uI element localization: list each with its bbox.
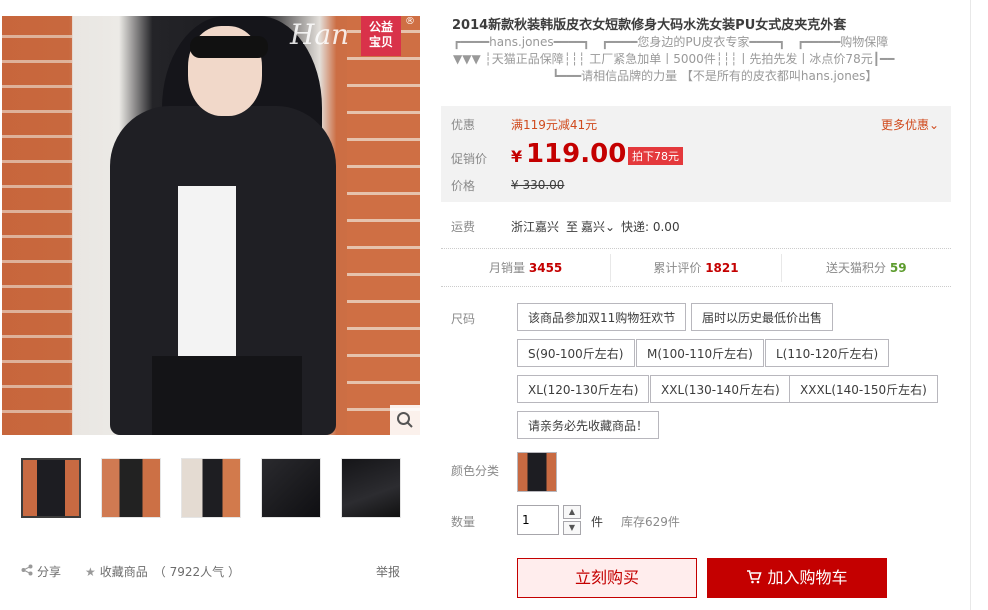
size-option-lowest-price-note[interactable]: 届时以历史最低价出售 bbox=[691, 303, 834, 331]
favorite-action[interactable]: ★ 收藏商品 （ 7922人气 ） bbox=[85, 563, 240, 580]
quantity-unit: 件 bbox=[591, 515, 604, 529]
photo-shirt bbox=[178, 186, 236, 356]
promo-value: 满119元减41元 bbox=[511, 118, 598, 132]
add-to-cart-button[interactable]: 加入购物车 bbox=[707, 558, 887, 598]
share-action[interactable]: 分享 bbox=[21, 563, 61, 580]
size-option-xl[interactable]: XL(120-130斤左右) bbox=[517, 375, 650, 403]
more-promos-label: 更多优惠 bbox=[881, 118, 930, 132]
monthly-sales-label: 月销量 bbox=[489, 261, 526, 275]
size-option-xxl[interactable]: XXL(130-140斤左右) bbox=[650, 375, 791, 403]
quantity-decrease-button[interactable]: ▼ bbox=[563, 521, 581, 535]
size-option-m[interactable]: M(100-110斤左右) bbox=[636, 339, 764, 367]
product-title: 2014新款秋装韩版皮衣女短款修身大码水洗女装PU女式皮夹克外套 bbox=[452, 18, 847, 33]
magnifier-icon[interactable] bbox=[390, 405, 420, 435]
reward-points-label: 送天猫积分 bbox=[826, 261, 887, 275]
size-option-favorite-note[interactable]: 请亲务必先收藏商品！ bbox=[517, 411, 660, 439]
photo-brick-left bbox=[2, 16, 72, 435]
review-count-label: 累计评价 bbox=[653, 261, 702, 275]
size-option-l[interactable]: L(110-120斤左右) bbox=[765, 339, 890, 367]
product-subtitle: ┏━━━━hans.jones━━━━┓ ┏━━━━您身边的PU皮衣专家━━━━… bbox=[453, 34, 973, 85]
divider bbox=[441, 286, 951, 287]
color-option-swatch[interactable] bbox=[517, 452, 557, 492]
favorite-label: 收藏商品 bbox=[99, 565, 148, 579]
favorite-count: （ 7922人气 ） bbox=[153, 565, 240, 579]
promo-label: 优惠 bbox=[451, 118, 476, 132]
share-icon bbox=[21, 564, 33, 579]
brand-watermark: Han bbox=[290, 18, 350, 51]
page-edge-divider bbox=[970, 0, 971, 610]
photo-brick-right bbox=[347, 16, 420, 435]
size-label: 尺码 bbox=[451, 312, 476, 326]
monthly-sales: 月销量 3455 bbox=[441, 254, 612, 282]
thumbnail-2[interactable] bbox=[101, 458, 161, 518]
photo-sunglasses bbox=[190, 36, 268, 58]
buy-now-button[interactable]: 立刻购买 bbox=[517, 558, 697, 598]
photo-pants bbox=[152, 356, 302, 435]
sales-stats: 月销量 3455 累计评价 1821 送天猫积分 59 bbox=[441, 254, 951, 282]
subtitle-line1: ┏━━━━hans.jones━━━━┓ ┏━━━━您身边的PU皮衣专家━━━━… bbox=[453, 35, 889, 49]
cart-icon bbox=[746, 568, 767, 587]
review-count-value: 1821 bbox=[705, 261, 739, 275]
stock-count: 库存629件 bbox=[621, 515, 680, 529]
registered-mark: ® bbox=[405, 16, 415, 27]
color-label: 颜色分类 bbox=[451, 464, 500, 478]
shipping-method: 快递: 0.00 bbox=[621, 220, 680, 234]
share-label: 分享 bbox=[37, 565, 62, 579]
chevron-down-icon: ⌄ bbox=[929, 118, 940, 132]
discount-tag: 拍下78元 bbox=[628, 147, 683, 165]
chevron-down-icon: ⌄ bbox=[605, 220, 616, 234]
sale-price-value: 119.00 bbox=[525, 139, 627, 169]
review-count[interactable]: 累计评价 1821 bbox=[611, 254, 782, 282]
shipping-to-word: 至 bbox=[566, 220, 579, 234]
product-main-image[interactable] bbox=[2, 16, 420, 435]
size-option-s[interactable]: S(90-100斤左右) bbox=[517, 339, 635, 367]
subtitle-line2: ▼▼▼ ┆天猫正品保障┆┆┆ 工厂紧急加单丨5000件┆┆┆丨先拍先发丨冰点价7… bbox=[453, 52, 895, 66]
original-price-label: 价格 bbox=[451, 179, 476, 193]
quantity-increase-button[interactable]: ▲ bbox=[563, 505, 581, 519]
monthly-sales-value: 3455 bbox=[528, 261, 563, 275]
quantity-input[interactable] bbox=[517, 505, 559, 535]
shipping-destination: 嘉兴 bbox=[581, 220, 606, 234]
subtitle-line3: ┗━━━请相信品牌的力量 【不是所有的皮衣都叫hans.jones】 bbox=[453, 69, 878, 83]
thumbnail-1[interactable] bbox=[21, 458, 81, 518]
currency-symbol: ¥ bbox=[511, 147, 523, 166]
original-price: ¥ 330.00 bbox=[511, 178, 565, 192]
price-panel: 优惠 满119元减41元 更多优惠⌄ 促销价 ¥ 119.00 拍下78元 价格… bbox=[441, 106, 951, 202]
thumbnail-3[interactable] bbox=[181, 458, 241, 518]
charity-badge: 公益 宝贝 bbox=[361, 16, 401, 56]
sale-price: ¥ 119.00 bbox=[511, 139, 626, 169]
divider bbox=[441, 248, 951, 249]
size-option-promo-note[interactable]: 该商品参加双11购物狂欢节 bbox=[517, 303, 687, 331]
shipping-label: 运费 bbox=[451, 220, 476, 234]
shipping-destination-select[interactable]: 嘉兴⌄ bbox=[581, 218, 615, 235]
star-icon: ★ bbox=[85, 564, 96, 579]
quantity-label: 数量 bbox=[451, 515, 476, 529]
thumbnail-5[interactable] bbox=[341, 458, 401, 518]
report-link[interactable]: 举报 bbox=[376, 563, 400, 580]
sale-price-label: 促销价 bbox=[451, 152, 488, 166]
add-to-cart-label: 加入购物车 bbox=[767, 568, 848, 587]
shipping-from: 浙江嘉兴 bbox=[511, 220, 560, 234]
thumbnail-4[interactable] bbox=[261, 458, 321, 518]
badge-line1: 公益 bbox=[368, 20, 393, 34]
badge-line2: 宝贝 bbox=[368, 35, 393, 49]
more-promos-link[interactable]: 更多优惠⌄ bbox=[881, 116, 939, 133]
size-option-xxxl[interactable]: XXXL(140-150斤左右) bbox=[789, 375, 938, 403]
reward-points-value: 59 bbox=[889, 261, 907, 275]
reward-points: 送天猫积分 59 bbox=[782, 254, 951, 282]
